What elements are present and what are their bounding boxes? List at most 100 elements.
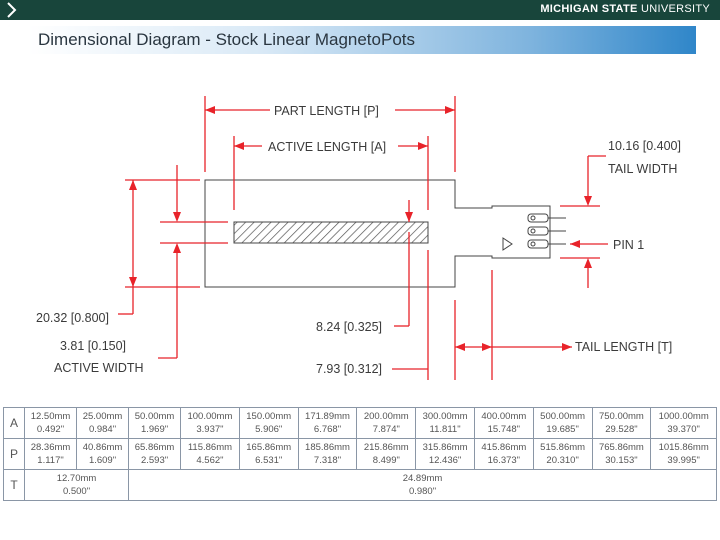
cell-value: 1.117"	[37, 455, 64, 466]
label-active-width-value: 3.81 [0.150]	[60, 339, 126, 353]
cell-value: 12.50mm	[30, 411, 71, 422]
table-cell: 1015.86mm 39.995"	[650, 438, 717, 470]
chevron-right-icon[interactable]	[4, 1, 20, 19]
cell-value: 29.528"	[605, 424, 638, 435]
table-cell: 1000.00mm 39.370"	[650, 407, 717, 439]
cell-value: 11.811"	[429, 424, 461, 435]
cell-value: 515.86mm	[540, 442, 586, 453]
table-cell: 28.36mm 1.117"	[23, 438, 78, 470]
cell-value: 39.995"	[667, 455, 700, 466]
table-row-p: P 28.36mm 1.117" 40.86mm 1.609" 65.86mm 2.5…	[3, 438, 717, 470]
label-pin1: PIN 1	[613, 238, 644, 252]
cell-value: 185.86mm	[305, 442, 350, 453]
cell-value: 1015.86mm	[658, 442, 709, 453]
cell-value: 3.937"	[196, 424, 224, 435]
cell-value: 24.89mm	[402, 473, 443, 484]
cell-value: 65.86mm	[134, 442, 175, 453]
cell-value: 25.00mm	[82, 411, 123, 422]
cell-value: 7.874"	[372, 424, 400, 435]
connector-pins	[527, 213, 566, 249]
cell-value: 500.00mm	[540, 411, 586, 422]
cell-value: 750.00mm	[598, 411, 644, 422]
label-dim-824: 8.24 [0.325]	[316, 320, 382, 334]
cell-value: 400.00mm	[481, 411, 527, 422]
cell-value: 40.86mm	[82, 442, 123, 453]
cell-value: 12.436"	[428, 455, 462, 466]
cell-value: 200.00mm	[363, 411, 409, 422]
table-cell: 100.00mm 3.937"	[180, 407, 240, 439]
table-cell: 400.00mm 15.748"	[473, 407, 534, 439]
dimensions-table: A 12.50mm 0.492" 25.00mm 0.984" 50.00mm 1.9…	[3, 407, 717, 501]
table-cell: 300.00mm 11.811"	[415, 407, 475, 439]
cell-value: 1.609"	[88, 455, 117, 466]
cell-value: 171.89mm	[305, 411, 350, 422]
university-logo-text: MICHIGAN STATE UNIVERSITY	[540, 3, 710, 15]
table-cell: 24.89mm 0.980"	[128, 469, 717, 501]
label-active-width: ACTIVE WIDTH	[54, 361, 144, 375]
table-cell: 12.50mm 0.492"	[23, 407, 78, 439]
table-cell: 515.86mm 20.310"	[532, 438, 593, 470]
cell-value: 16.373"	[487, 455, 521, 466]
label-active-length: ACTIVE LENGTH [A]	[268, 140, 386, 154]
table-cell: 750.00mm 29.528"	[591, 407, 652, 439]
label-dim-793: 7.93 [0.312]	[316, 362, 382, 376]
cell-value: 0.984"	[88, 424, 117, 435]
row-header-a: A	[3, 407, 25, 439]
table-cell: 165.86mm 6.531"	[238, 438, 299, 470]
label-tail-length: TAIL LENGTH [T]	[575, 340, 672, 354]
table-cell: 50.00mm 1.969"	[128, 407, 182, 439]
table-cell: 171.89mm 6.768"	[297, 407, 358, 439]
slide-title-bar: Dimensional Diagram - Stock Linear Magne…	[28, 26, 696, 54]
table-cell: 315.86mm 12.436"	[415, 438, 475, 470]
cell-value: 0.500"	[62, 486, 91, 497]
cell-value: 0.492"	[36, 424, 65, 435]
label-tail-width-value: 10.16 [0.400]	[608, 139, 681, 153]
cell-value: 12.70mm	[56, 473, 97, 484]
dimensional-diagram: PART LENGTH [P] ACTIVE LENGTH [A] 10.16 …	[36, 96, 681, 380]
cell-value: 765.86mm	[598, 442, 644, 453]
row-header-p: P	[3, 438, 25, 470]
cell-value: 20.310"	[546, 455, 579, 466]
cell-value: 0.980"	[408, 486, 437, 497]
cell-value: 39.370"	[667, 424, 700, 435]
cell-value: 8.499"	[372, 455, 400, 466]
cell-value: 415.86mm	[481, 442, 527, 453]
cell-value: 315.86mm	[422, 442, 468, 453]
table-cell: 200.00mm 7.874"	[356, 407, 417, 439]
cell-value: 28.36mm	[30, 442, 71, 453]
table-cell: 12.70mm 0.500"	[23, 469, 130, 501]
table-cell: 65.86mm 2.593"	[128, 438, 182, 470]
cell-value: 100.00mm	[187, 411, 233, 422]
cell-value: 50.00mm	[134, 411, 175, 422]
cell-value: 19.685"	[546, 424, 579, 435]
label-part-length: PART LENGTH [P]	[274, 104, 379, 118]
active-track	[233, 221, 429, 244]
header-bar: MICHIGAN STATE UNIVERSITY	[0, 0, 720, 20]
table-cell: 500.00mm 19.685"	[532, 407, 593, 439]
cell-value: 30.153"	[605, 455, 638, 466]
table-cell: 40.86mm 1.609"	[76, 438, 130, 470]
cell-value: 15.748"	[487, 424, 521, 435]
cell-value: 2.593"	[140, 455, 169, 466]
cell-value: 150.00mm	[246, 411, 292, 422]
table-cell: 185.86mm 7.318"	[297, 438, 358, 470]
row-header-t: T	[3, 469, 25, 501]
table-cell: 215.86mm 8.499"	[356, 438, 417, 470]
cell-value: 4.562"	[196, 455, 224, 466]
table-cell: 25.00mm 0.984"	[76, 407, 130, 439]
table-row-t: T 12.70mm 0.500" 24.89mm 0.980"	[3, 469, 717, 501]
cell-value: 6.768"	[313, 424, 342, 435]
cell-value: 6.531"	[255, 455, 283, 466]
table-cell: 150.00mm 5.906"	[238, 407, 299, 439]
table-row-a: A 12.50mm 0.492" 25.00mm 0.984" 50.00mm 1.9…	[3, 407, 717, 439]
cell-value: 1000.00mm	[658, 411, 709, 422]
cell-value: 215.86mm	[363, 442, 409, 453]
slide-title: Dimensional Diagram - Stock Linear Magne…	[38, 30, 416, 49]
table-cell: 765.86mm 30.153"	[591, 438, 652, 470]
cell-value: 5.906"	[255, 424, 283, 435]
cell-value: 165.86mm	[246, 442, 292, 453]
table-cell: 115.86mm 4.562"	[180, 438, 240, 470]
cell-value: 115.86mm	[187, 442, 233, 453]
cell-value: 1.969"	[140, 424, 169, 435]
cell-value: 7.318"	[313, 455, 342, 466]
